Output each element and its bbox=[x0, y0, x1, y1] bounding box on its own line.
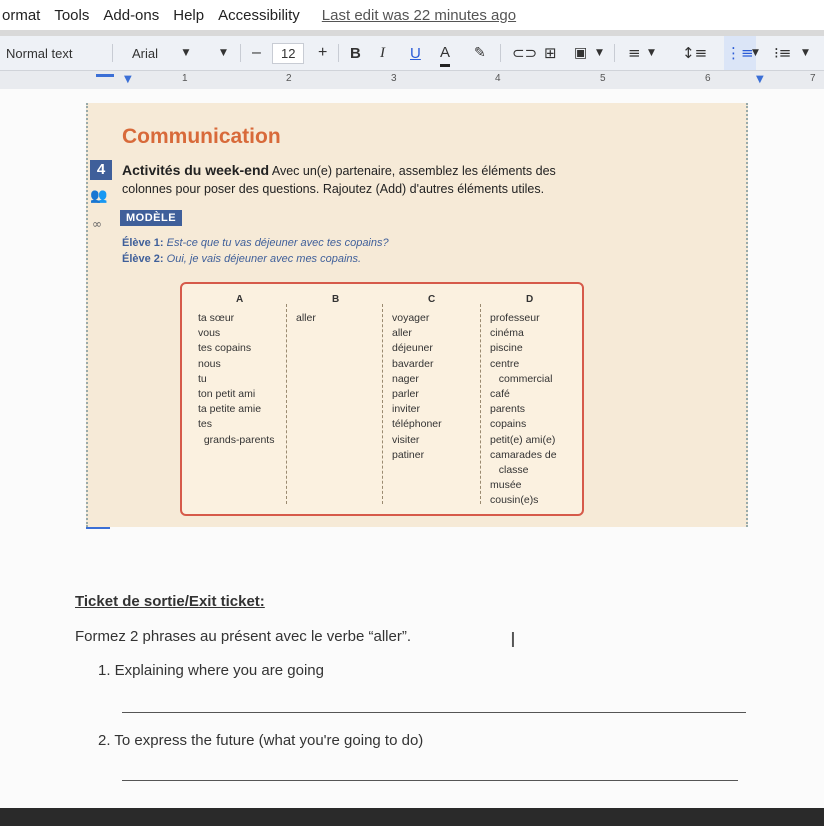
col-header-d: D bbox=[526, 294, 534, 305]
style-select[interactable]: Normal text ▼ bbox=[6, 36, 189, 70]
activity-title: Activités du week-end bbox=[122, 162, 270, 178]
eleve2-text: Oui, je vais déjeuner avec mes copains. bbox=[163, 253, 362, 265]
col-a-words: ta sœur vous tes copains nous tu ton pet… bbox=[198, 312, 275, 446]
ruler-mark: 1 bbox=[182, 73, 188, 84]
eleve2-label: Élève 2: bbox=[122, 253, 164, 265]
screen-bezel bbox=[0, 808, 824, 826]
activity-number: 4 bbox=[90, 160, 112, 180]
question-2: 2. To express the future (what you're go… bbox=[98, 732, 424, 749]
col-b-words: aller bbox=[296, 312, 316, 324]
left-indent-marker[interactable] bbox=[96, 74, 114, 77]
numbered-list-icon[interactable]: ⋮≡ bbox=[724, 36, 756, 70]
menu-bar: ormat Tools Add-ons Help Accessibility L… bbox=[0, 0, 824, 30]
menu-help[interactable]: Help bbox=[173, 7, 204, 24]
activity-text-line2: colonnes pour poser des questions. Rajou… bbox=[122, 182, 545, 196]
column-divider bbox=[382, 304, 383, 504]
chevron-down-icon[interactable]: ▼ bbox=[648, 36, 655, 70]
chevron-down-icon[interactable]: ▼ bbox=[596, 36, 603, 70]
ruler-mark: 7 bbox=[810, 73, 816, 84]
eleve1-line: Élève 1: Est-ce que tu vas déjeuner avec… bbox=[122, 237, 389, 249]
chevron-down-icon[interactable]: ▼ bbox=[752, 36, 759, 70]
col-header-c: C bbox=[428, 294, 436, 305]
text-color-button[interactable]: A bbox=[440, 40, 451, 67]
column-divider bbox=[480, 304, 481, 504]
eleve1-text: Est-ce que tu vas déjeuner avec tes copa… bbox=[163, 237, 389, 249]
textbook-heading: Communication bbox=[122, 125, 281, 148]
col-header-b: B bbox=[332, 294, 340, 305]
col-d-words: professeur cinéma piscine centre commerc… bbox=[490, 312, 557, 507]
highlight-pen-icon[interactable]: ✎ bbox=[474, 36, 486, 70]
ruler-mark: 6 bbox=[705, 73, 711, 84]
vocab-table: A B C D ta sœur vous tes copains nous tu… bbox=[180, 282, 584, 516]
eleve2-line: Élève 2: Oui, je vais déjeuner avec mes … bbox=[122, 253, 361, 265]
col-header-a: A bbox=[236, 294, 244, 305]
add-comment-icon[interactable]: ⊞ bbox=[544, 36, 557, 70]
align-left-icon[interactable]: ≡ bbox=[628, 36, 641, 70]
ruler-mark: 2 bbox=[286, 73, 292, 84]
increase-font-button[interactable]: + bbox=[318, 36, 327, 70]
answer-line-2[interactable] bbox=[122, 780, 738, 781]
last-edit-link[interactable]: Last edit was 22 minutes ago bbox=[322, 7, 516, 24]
chevron-down-icon: ▼ bbox=[220, 48, 227, 58]
style-label: Normal text bbox=[6, 45, 73, 61]
modele-badge: MODÈLE bbox=[120, 210, 183, 226]
ruler-mark: 5 bbox=[600, 73, 606, 84]
font-size-value: 12 bbox=[272, 42, 305, 64]
first-line-indent-icon[interactable]: ▼ bbox=[124, 74, 132, 85]
underline-button[interactable]: U bbox=[410, 36, 421, 70]
font-label: Arial bbox=[132, 45, 159, 61]
exit-ticket-title: Ticket de sortie/Exit ticket: bbox=[75, 593, 265, 610]
question-1: 1. Explaining where you are going bbox=[98, 662, 324, 679]
decrease-font-button[interactable]: – bbox=[252, 36, 261, 70]
menu-addons[interactable]: Add-ons bbox=[103, 7, 159, 24]
toolbar-divider bbox=[614, 44, 615, 62]
activity-text-line1: Avec un(e) partenaire, assemblez les élé… bbox=[269, 164, 556, 178]
link-icon[interactable]: ⊂⊃ bbox=[512, 36, 537, 70]
instruction-text: Formez 2 phrases au présent avec le verb… bbox=[75, 628, 411, 645]
speech-icon: ∞ bbox=[92, 217, 102, 231]
image-handle[interactable] bbox=[86, 527, 110, 529]
text-cursor-icon: I bbox=[510, 628, 516, 652]
toolbar-divider bbox=[338, 44, 339, 62]
eleve1-label: Élève 1: bbox=[122, 237, 164, 249]
toolbar: Normal text ▼ Arial ▼ – 12 + B I U A ✎ ⊂… bbox=[0, 36, 824, 70]
ruler[interactable]: ▼ ▼ 1 2 3 4 5 6 7 bbox=[0, 70, 824, 90]
insert-image-icon[interactable]: ▣ bbox=[574, 36, 587, 70]
bulleted-list-icon[interactable]: ⁝≡ bbox=[774, 36, 791, 70]
right-indent-icon[interactable]: ▼ bbox=[756, 74, 764, 85]
menu-format[interactable]: ormat bbox=[2, 7, 40, 24]
font-size-input[interactable]: 12 bbox=[272, 36, 305, 70]
ruler-mark: 4 bbox=[495, 73, 501, 84]
ruler-mark: 3 bbox=[391, 73, 397, 84]
toolbar-divider bbox=[500, 44, 501, 62]
activity-instructions: Activités du week-end Avec un(e) partena… bbox=[122, 161, 622, 198]
menu-accessibility[interactable]: Accessibility bbox=[218, 7, 300, 24]
menu-tools[interactable]: Tools bbox=[54, 7, 89, 24]
col-c-words: voyager aller déjeuner bavarder nager pa… bbox=[392, 312, 442, 461]
font-select[interactable]: Arial ▼ bbox=[132, 36, 227, 70]
toolbar-divider bbox=[112, 44, 113, 62]
chevron-down-icon[interactable]: ▼ bbox=[802, 36, 809, 70]
toolbar-divider bbox=[240, 44, 241, 62]
bold-button[interactable]: B bbox=[350, 36, 361, 70]
italic-button[interactable]: I bbox=[380, 36, 385, 70]
pair-work-icon: 👥 bbox=[90, 188, 108, 204]
column-divider bbox=[286, 304, 287, 504]
line-spacing-icon[interactable]: ↕≡ bbox=[682, 36, 707, 70]
answer-line-1[interactable] bbox=[122, 712, 746, 713]
